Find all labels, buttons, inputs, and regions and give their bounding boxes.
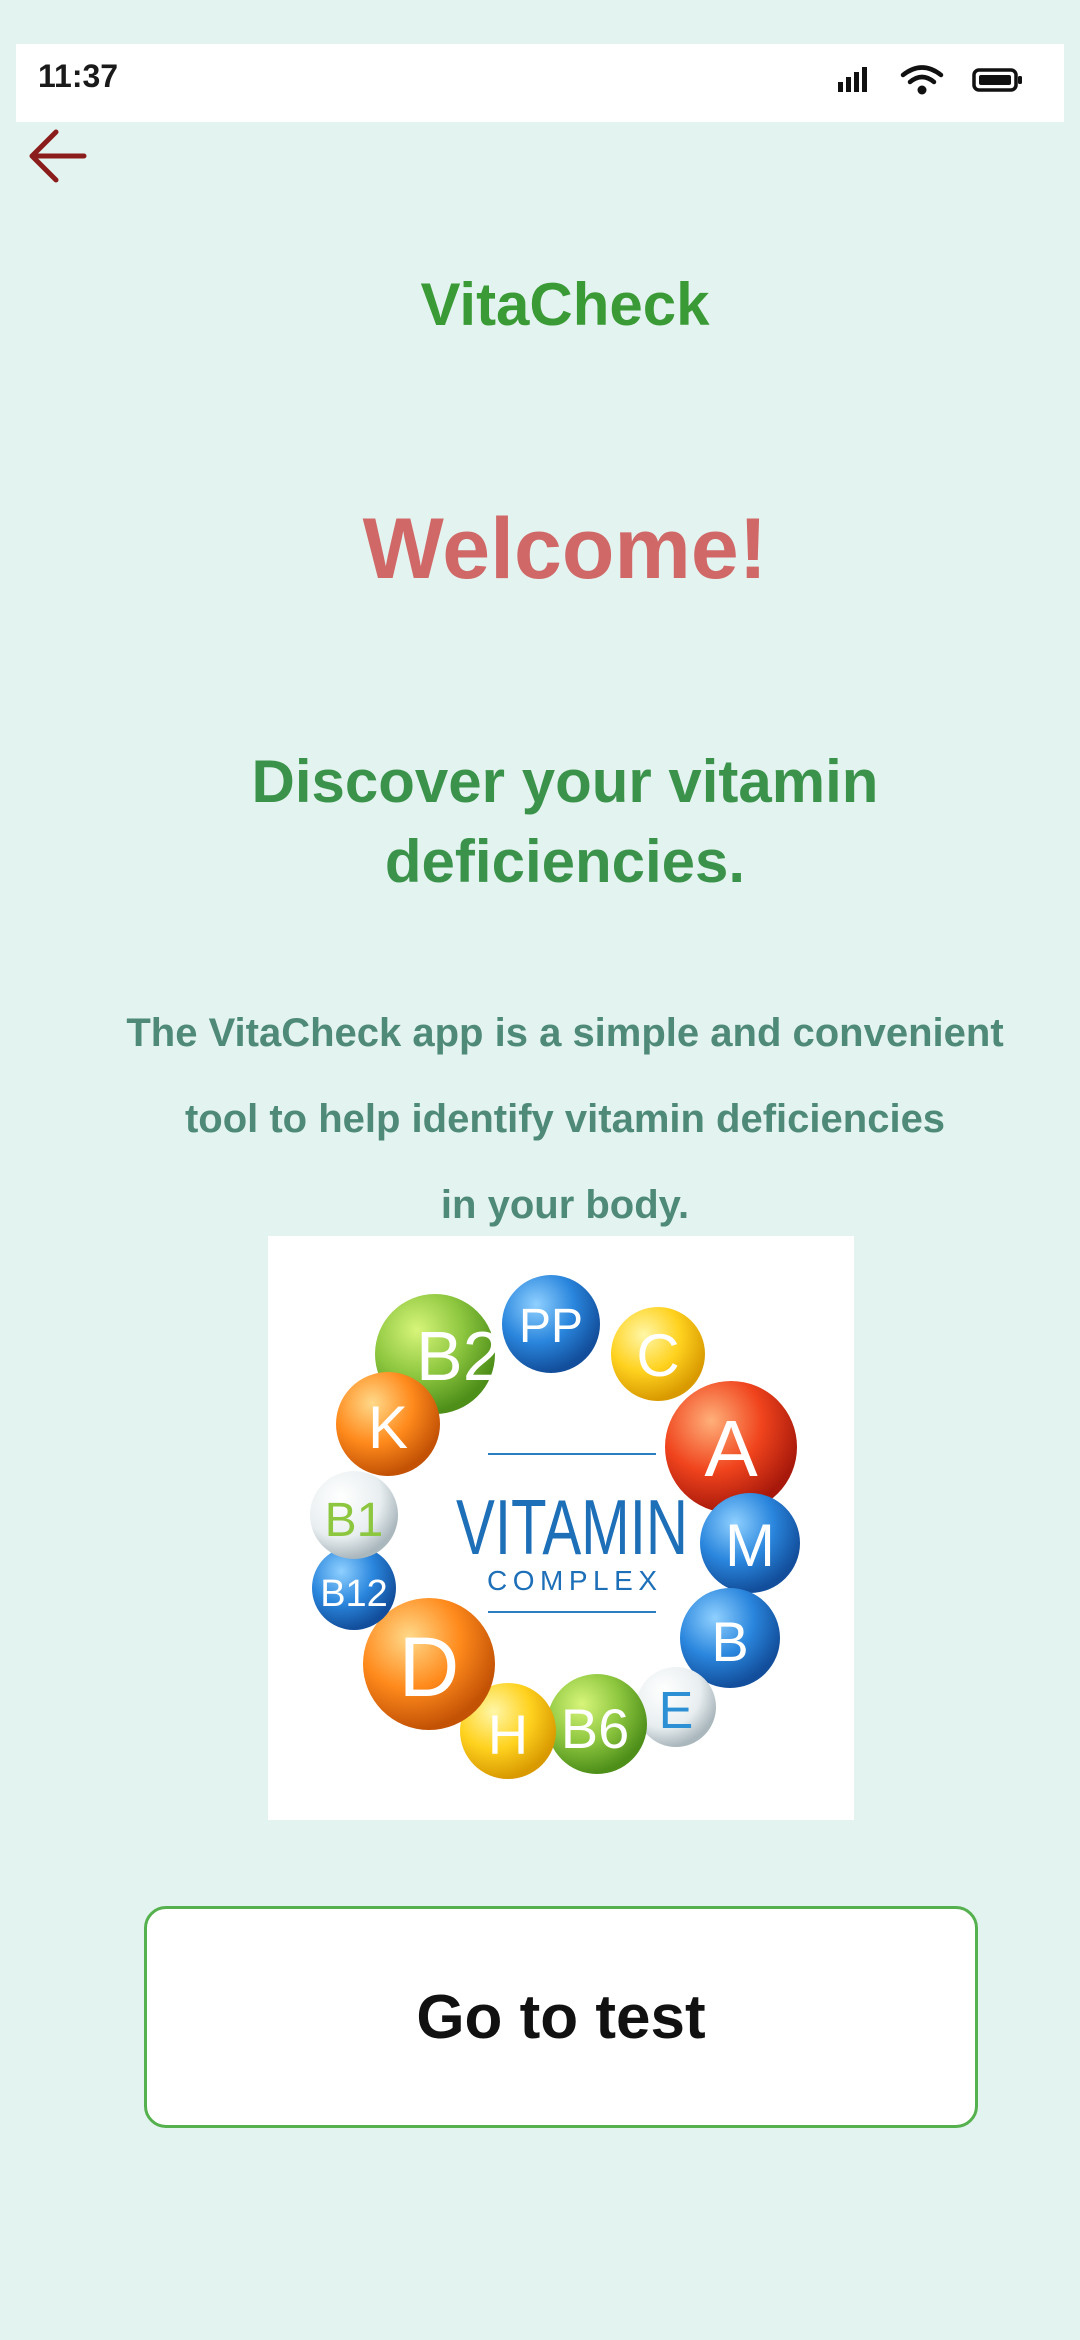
vitamin-ball-C: C bbox=[611, 1307, 705, 1401]
status-bar: 11:37 bbox=[16, 44, 1064, 122]
arrow-left-icon bbox=[29, 129, 87, 183]
vitamin-complex-illustration: B2 PP C A M B E B6 H D B12 B1 K VITAMIN … bbox=[310, 1275, 800, 1779]
battery-icon bbox=[972, 68, 1022, 92]
svg-text:B: B bbox=[711, 1610, 748, 1673]
headline: Discover your vitamin deficiencies. bbox=[251, 748, 879, 895]
screen: 11:37 VitaCheck Welcome! Discover your v… bbox=[0, 0, 1080, 2340]
vitamin-subtitle: COMPLEX bbox=[487, 1565, 657, 1596]
svg-text:C: C bbox=[636, 1322, 679, 1389]
vitamin-ball-PP: PP bbox=[502, 1275, 600, 1373]
status-icons bbox=[836, 64, 1024, 96]
svg-text:K: K bbox=[368, 1394, 408, 1461]
back-button[interactable] bbox=[24, 124, 94, 188]
svg-text:B6: B6 bbox=[561, 1697, 630, 1760]
vitamin-ball-M: M bbox=[700, 1493, 800, 1593]
vitamin-ball-B6: B6 bbox=[547, 1674, 647, 1774]
svg-text:PP: PP bbox=[519, 1300, 583, 1353]
welcome-heading: Welcome! bbox=[362, 501, 768, 597]
svg-text:M: M bbox=[725, 1512, 775, 1579]
description: The VitaCheck app is a simple and conven… bbox=[50, 990, 1080, 1248]
svg-text:B2: B2 bbox=[416, 1317, 502, 1395]
vitamin-ball-B1: B1 bbox=[310, 1471, 398, 1559]
svg-text:A: A bbox=[704, 1404, 758, 1493]
signal-icon bbox=[838, 67, 867, 92]
status-time: 11:37 bbox=[38, 58, 119, 94]
description-line: The VitaCheck app is a simple and conven… bbox=[126, 1011, 1004, 1055]
svg-text:H: H bbox=[488, 1703, 528, 1766]
svg-text:E: E bbox=[659, 1682, 694, 1740]
svg-text:B12: B12 bbox=[320, 1573, 388, 1615]
app-title: VitaCheck bbox=[420, 271, 710, 338]
description-line: tool to help identify vitamin deficienci… bbox=[184, 1097, 946, 1141]
vitamin-ball-K: K bbox=[336, 1372, 440, 1476]
vitamin-complex-image: B2 PP C A M B E B6 H D B12 B1 K VITAMIN … bbox=[268, 1236, 854, 1820]
wifi-icon bbox=[900, 65, 944, 95]
vitamin-title: VITAMIN bbox=[456, 1483, 688, 1571]
go-to-test-button[interactable]: Go to test bbox=[144, 1906, 978, 2128]
svg-text:D: D bbox=[399, 1620, 460, 1714]
svg-text:B1: B1 bbox=[325, 1494, 384, 1547]
vitamin-ball-E: E bbox=[636, 1667, 716, 1747]
